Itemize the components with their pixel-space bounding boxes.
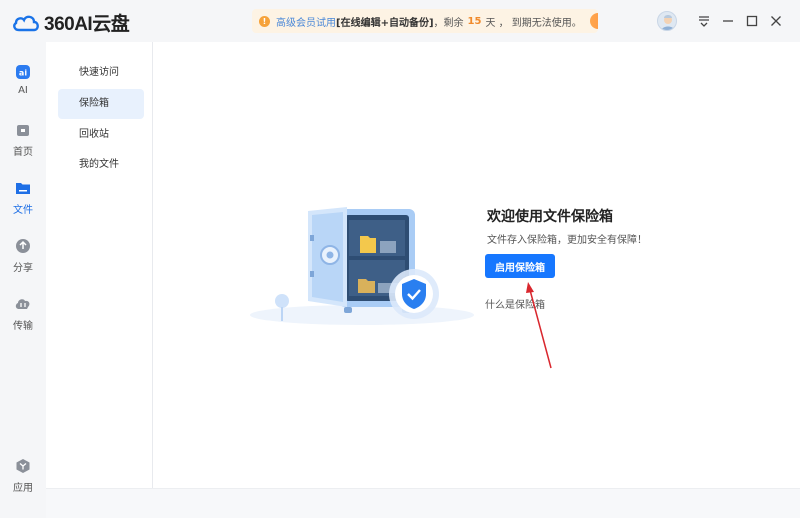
app-logo: 360AI云盘 — [12, 9, 130, 36]
rail-label-files: 文件 — [13, 205, 33, 216]
membership-notice: ! 高级会员试用 [在线编辑+自动备份] ，剩余 15 天 ， 到期无法使用。 … — [252, 9, 598, 33]
folder-icon — [16, 183, 30, 194]
notice-expire-text: 天 ， 到期无法使用。 — [485, 17, 582, 29]
rail-item-transfer[interactable]: 传输 — [0, 296, 46, 346]
minimize-button[interactable] — [719, 12, 737, 30]
subnav-item-quick-access[interactable]: 快速访问 — [58, 58, 144, 88]
rail-label-apps: 应用 — [13, 483, 33, 494]
svg-text:ai: ai — [19, 69, 27, 78]
status-footer — [46, 488, 800, 518]
transfer-icon — [15, 299, 30, 309]
home-icon — [17, 125, 29, 136]
share-icon — [16, 239, 30, 253]
menu-icon — [699, 16, 709, 27]
renew-button[interactable]: 续费 — [589, 13, 598, 29]
red-arrow-annotation — [526, 282, 552, 369]
ai-icon: ai — [16, 65, 30, 79]
rail-label-share: 分享 — [13, 263, 33, 274]
rail-label-transfer: 传输 — [13, 321, 33, 332]
subnav-item-vault[interactable]: 保险箱 — [58, 89, 144, 119]
rail-item-home[interactable]: 首页 — [0, 122, 46, 172]
rail-label-ai: AI — [18, 85, 28, 96]
maximize-button[interactable] — [743, 12, 761, 30]
notice-trial-text: 高级会员试用 — [276, 17, 336, 29]
left-rail: ai AI 首页 文件 分享 传输 应用 — [0, 42, 46, 518]
maximize-icon — [746, 15, 758, 27]
subnav-item-recycle-bin[interactable]: 回收站 — [58, 120, 144, 150]
app-logo-text: 360AI云盘 — [44, 14, 130, 35]
vault-illustration — [250, 207, 474, 325]
title-bar: 360AI云盘 ! 高级会员试用 [在线编辑+自动备份] ，剩余 15 天 ， … — [0, 0, 800, 42]
rail-item-share[interactable]: 分享 — [0, 238, 46, 288]
secondary-nav: 快速访问 保险箱 回收站 我的文件 — [46, 42, 153, 488]
notice-remaining-text: ，剩余 — [433, 17, 464, 29]
notice-features-text: [在线编辑+自动备份] — [336, 17, 434, 29]
rail-label-home: 首页 — [13, 147, 33, 158]
apps-icon — [16, 459, 30, 473]
skin-menu-button[interactable] — [695, 12, 713, 30]
cloud-logo-icon — [13, 15, 39, 31]
warning-icon: ! — [259, 15, 270, 27]
rail-item-apps[interactable]: 应用 — [0, 458, 46, 508]
rail-item-ai[interactable]: ai AI — [0, 64, 46, 114]
vault-welcome-title: 欢迎使用文件保险箱 — [487, 209, 613, 225]
avatar[interactable] — [657, 11, 677, 31]
minimize-icon — [723, 20, 733, 22]
subnav-item-my-files[interactable]: 我的文件 — [58, 150, 144, 180]
notice-days-count: 15 — [467, 15, 482, 27]
vault-description: 文件存入保险箱，更加安全有保障！ — [487, 235, 647, 246]
enable-vault-button[interactable]: 启用保险箱 — [485, 254, 555, 278]
rail-item-files[interactable]: 文件 — [0, 180, 46, 230]
close-button[interactable] — [767, 12, 785, 30]
close-icon — [771, 16, 781, 26]
user-avatar-icon — [661, 15, 675, 30]
